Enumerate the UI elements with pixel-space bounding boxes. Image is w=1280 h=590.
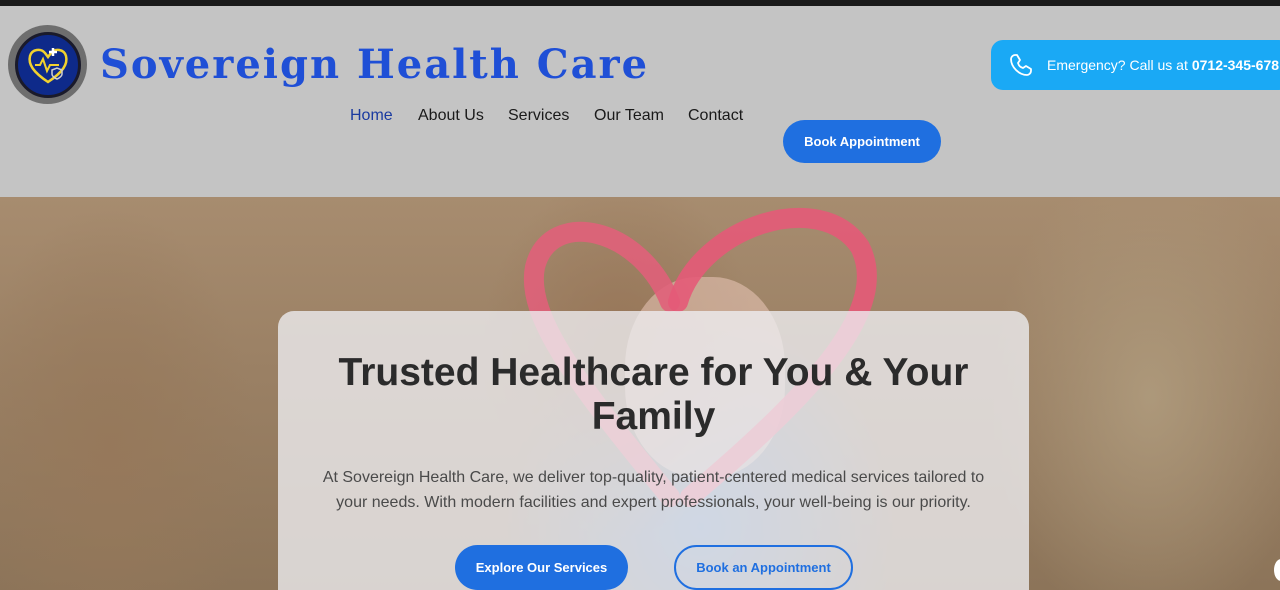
- nav-our-team[interactable]: Our Team: [594, 107, 664, 125]
- brand-name[interactable]: Sovereign Health Care: [100, 41, 649, 88]
- phone-icon: [1010, 54, 1032, 76]
- logo[interactable]: [8, 25, 87, 104]
- nav-home[interactable]: Home: [350, 107, 393, 125]
- nav-about-us[interactable]: About Us: [418, 107, 484, 125]
- nav-contact[interactable]: Contact: [688, 107, 743, 125]
- explore-services-button[interactable]: Explore Our Services: [455, 545, 628, 590]
- hero-section: Trusted Healthcare for You & Your Family…: [0, 197, 1280, 590]
- hero-card: Trusted Healthcare for You & Your Family…: [278, 311, 1029, 590]
- heart-logo-icon: [14, 31, 81, 98]
- emergency-banner[interactable]: Emergency? Call us at 0712-345-678: [991, 40, 1280, 90]
- site-header: Sovereign Health Care Home About Us Serv…: [0, 6, 1280, 197]
- hero-description: At Sovereign Health Care, we deliver top…: [322, 469, 985, 511]
- book-an-appointment-button[interactable]: Book an Appointment: [674, 545, 853, 590]
- book-appointment-button[interactable]: Book Appointment: [783, 120, 941, 163]
- emergency-label: Emergency? Call us at: [1047, 57, 1188, 73]
- emergency-phone[interactable]: 0712-345-678: [1192, 57, 1279, 73]
- hero-title: Trusted Healthcare for You & Your Family: [338, 351, 969, 438]
- nav-services[interactable]: Services: [508, 107, 569, 125]
